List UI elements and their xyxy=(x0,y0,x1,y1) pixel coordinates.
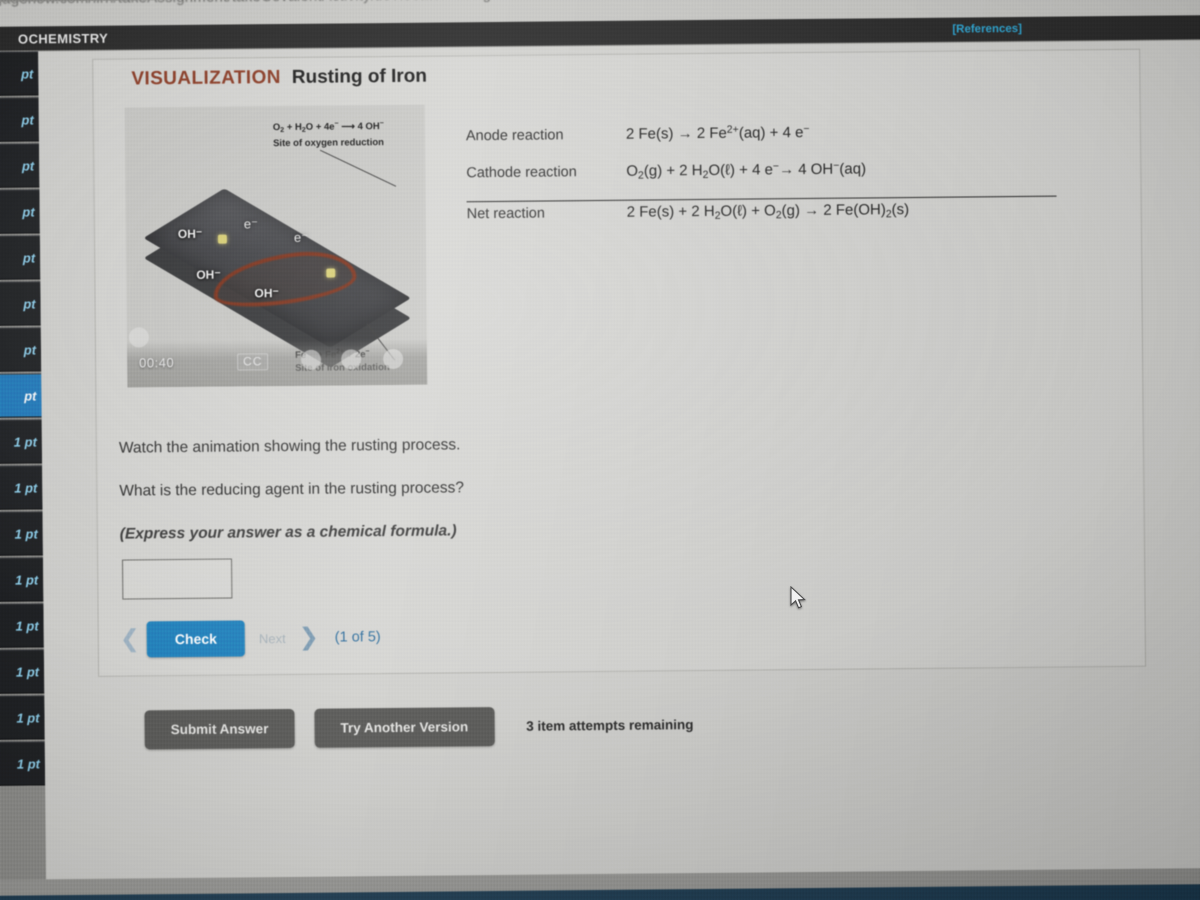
app-title: OCHEMISTRY xyxy=(17,30,109,47)
assignment-page: VISUALIZATION Rusting of Iron O2 + H2O +… xyxy=(38,40,1200,887)
fullscreen-button-icon[interactable] xyxy=(383,348,404,370)
page-title: Rusting of Iron xyxy=(291,65,428,88)
check-button[interactable]: Check xyxy=(146,620,246,658)
play-button-icon[interactable] xyxy=(128,327,149,348)
sidebar-item-11[interactable]: 1 pt xyxy=(0,511,43,556)
sidebar-item-6[interactable]: pt xyxy=(0,281,41,326)
try-another-version-button[interactable]: Try Another Version xyxy=(314,707,495,748)
visualization-kicker: VISUALIZATION xyxy=(131,67,281,90)
ion-dot-right xyxy=(326,268,336,278)
prompt-line-2: What is the reducing agent in the rustin… xyxy=(119,479,465,500)
ion-dot-left xyxy=(217,234,227,244)
net-reaction-row: Net reaction 2 Fe(s) + 2 H2O(ℓ) + O2(g) … xyxy=(467,200,1057,243)
sidebar-item-15[interactable]: 1 pt xyxy=(0,695,45,740)
prompt-line-1: Watch the animation showing the rusting … xyxy=(118,436,461,457)
sidebar-item-4[interactable]: pt xyxy=(0,189,40,234)
animation-player[interactable]: O2 + H2O + 4e− ⟶ 4 OH− Site of oxygen re… xyxy=(124,104,428,388)
net-reaction-equation: 2 Fe(s) + 2 H2O(ℓ) + O2(g) → 2 Fe(OH)2(s… xyxy=(626,201,910,222)
prompt-line-3: (Express your answer as a chemical formu… xyxy=(119,522,457,543)
next-question-icon[interactable]: ❯ xyxy=(292,624,326,651)
question-prompt: Watch the animation showing the rusting … xyxy=(119,433,820,569)
anode-reaction-row: Anode reaction 2 Fe(s) → 2 Fe2+(aq) + 4 … xyxy=(466,121,1056,164)
question-card: VISUALIZATION Rusting of Iron O2 + H2O +… xyxy=(92,48,1147,677)
next-question-link[interactable]: Next xyxy=(245,630,292,646)
label-electron-2: e⁻ xyxy=(293,229,309,245)
anode-reaction-label: Anode reaction xyxy=(465,127,564,145)
sidebar-item-5[interactable]: pt xyxy=(0,235,41,280)
sidebar-item-12[interactable]: 1 pt xyxy=(0,557,44,602)
sidebar-item-10[interactable]: 1 pt xyxy=(0,465,43,510)
oxygen-reduction-text: Site of oxygen reduction xyxy=(273,137,384,150)
sidebar-item-7[interactable]: pt xyxy=(0,327,42,372)
cathode-reaction-label: Cathode reaction xyxy=(466,164,577,182)
previous-question-icon[interactable]: ❮ xyxy=(113,625,147,652)
label-hydroxide-3: OH⁻ xyxy=(254,286,279,301)
sidebar-item-14[interactable]: 1 pt xyxy=(0,649,45,694)
sidebar-item-8-active[interactable]: pt xyxy=(0,373,42,418)
screen-content: gagenow.com/ilrn/takeAssignment/takeCova… xyxy=(0,0,1200,900)
label-electron-1: e⁻ xyxy=(243,216,258,232)
anode-reaction-equation: 2 Fe(s) → 2 Fe2+(aq) + 4 e− xyxy=(625,122,810,143)
question-counter: (1 of 5) xyxy=(334,629,381,646)
submit-answer-button[interactable]: Submit Answer xyxy=(144,708,295,750)
question-nav[interactable]: ❮ Check Next ❯ (1 of 5) xyxy=(113,619,381,658)
net-reaction-label: Net reaction xyxy=(466,205,545,223)
label-hydroxide-1: OH⁻ xyxy=(177,226,203,242)
closed-captions-button[interactable]: CC xyxy=(237,353,269,371)
sidebar-item-9[interactable]: 1 pt xyxy=(0,419,43,464)
settings-button-icon[interactable] xyxy=(341,349,362,370)
sidebar-item-1[interactable]: pt xyxy=(0,51,39,96)
cathode-reaction-equation: O2(g) + 2 H2O(ℓ) + 4 e−→ 4 OH−(aq) xyxy=(626,159,867,182)
label-hydroxide-2: OH⁻ xyxy=(196,267,221,282)
browser-url-text: gagenow.com/ilrn/takeAssignment/takeCova… xyxy=(0,0,568,8)
reaction-table: Anode reaction 2 Fe(s) → 2 Fe2+(aq) + 4 … xyxy=(466,121,1057,243)
visualization-header: VISUALIZATION Rusting of Iron xyxy=(131,66,427,91)
screen-photograph: gagenow.com/ilrn/takeAssignment/takeCova… xyxy=(0,0,1200,900)
volume-button-icon[interactable] xyxy=(301,349,322,370)
iron-plate-graphic: OH⁻ OH⁻ OH⁻ e⁻ e⁻ xyxy=(133,163,425,368)
references-link[interactable]: [References] xyxy=(952,23,1022,36)
attempts-remaining-text: 3 item attempts remaining xyxy=(526,717,694,734)
mouse-cursor-icon xyxy=(790,586,806,609)
oxygen-reduction-caption: O2 + H2O + 4e− ⟶ 4 OH− Site of oxygen re… xyxy=(273,117,384,150)
player-time-display: 00:40 xyxy=(139,355,175,371)
sidebar-item-3[interactable]: pt xyxy=(0,143,40,188)
assignment-actions[interactable]: Submit Answer Try Another Version 3 item… xyxy=(144,705,694,750)
player-controls[interactable]: 00:40 CC xyxy=(126,327,428,388)
sidebar-item-16[interactable]: 1 pt xyxy=(0,741,46,786)
cathode-reaction-row: Cathode reaction O2(g) + 2 H2O(ℓ) + 4 e−… xyxy=(466,158,1056,201)
oxygen-reduction-equation: O2 + H2O + 4e− ⟶ 4 OH− xyxy=(272,120,384,135)
sidebar-item-2[interactable]: pt xyxy=(0,97,39,142)
answer-input[interactable] xyxy=(122,558,233,600)
sidebar-item-13[interactable]: 1 pt xyxy=(0,603,44,648)
